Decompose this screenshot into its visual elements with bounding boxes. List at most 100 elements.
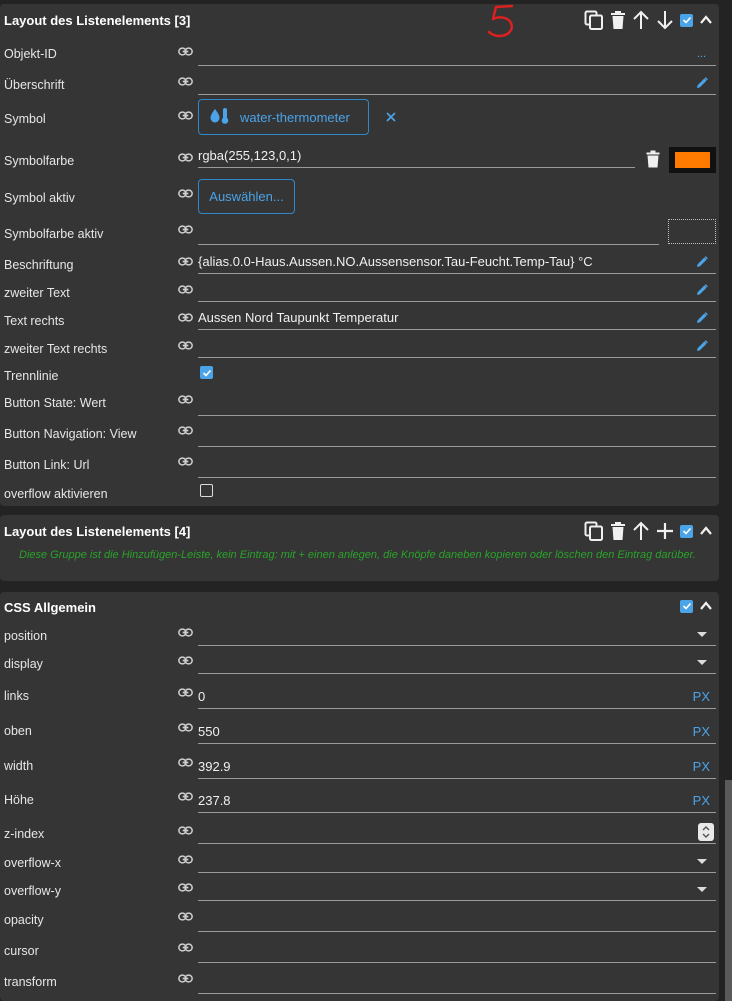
more-dots-button[interactable]: ... <box>697 48 706 60</box>
button-label: Auswählen... <box>209 189 284 204</box>
row-label: transform <box>4 975 57 989</box>
arrow-up-icon[interactable] <box>632 10 650 30</box>
position-select[interactable] <box>198 624 716 646</box>
link-icon[interactable] <box>178 656 193 665</box>
row-label: overflow aktivieren <box>4 487 108 501</box>
pencil-icon[interactable] <box>696 77 708 89</box>
row-label: links <box>4 689 30 703</box>
link-icon[interactable] <box>178 341 193 350</box>
row-label: Objekt-ID <box>4 47 57 61</box>
link-icon[interactable] <box>178 974 193 983</box>
ueberschrift-field[interactable] <box>198 73 716 95</box>
trash-icon[interactable] <box>610 10 626 30</box>
link-icon[interactable] <box>178 826 193 835</box>
link-icon[interactable] <box>178 111 193 120</box>
text-rechts-field[interactable]: Aussen Nord Taupunkt Temperatur <box>198 308 716 330</box>
row-transform: transform <box>0 967 719 995</box>
panel-enable-checkbox[interactable] <box>680 599 693 613</box>
add-bar-note: Diese Gruppe ist die Hinzufügen-Leiste, … <box>19 549 696 561</box>
overflow-checkbox[interactable] <box>200 484 213 497</box>
button-navigation-field[interactable] <box>198 425 716 447</box>
field-value: 0 <box>198 689 206 704</box>
link-icon[interactable] <box>178 313 193 322</box>
cursor-field[interactable] <box>198 941 716 963</box>
row-label: Überschrift <box>4 78 65 92</box>
link-icon[interactable] <box>178 628 193 637</box>
link-icon[interactable] <box>178 457 193 466</box>
row-ueberschrift: Überschrift <box>0 70 719 98</box>
link-icon[interactable] <box>178 912 193 921</box>
link-icon[interactable] <box>178 943 193 952</box>
link-icon[interactable] <box>178 688 193 697</box>
trash-icon[interactable] <box>646 150 660 171</box>
link-icon[interactable] <box>178 225 193 234</box>
chevron-down-icon[interactable] <box>697 887 707 892</box>
overflow-y-select[interactable] <box>198 879 716 901</box>
pencil-icon[interactable] <box>696 312 708 324</box>
row-label: Text rechts <box>4 314 65 328</box>
trennlinie-checkbox[interactable] <box>200 366 213 379</box>
opacity-field[interactable] <box>198 910 716 932</box>
link-icon[interactable] <box>178 758 193 767</box>
copy-icon[interactable] <box>584 10 604 30</box>
row-objekt-id: Objekt-ID ... <box>0 41 719 69</box>
chevron-down-icon[interactable] <box>697 632 707 637</box>
panel-header: Layout des Listenelements [3] <box>0 4 719 38</box>
link-icon[interactable] <box>178 723 193 732</box>
chevron-up-icon[interactable] <box>699 13 713 27</box>
link-icon[interactable] <box>178 395 193 404</box>
transform-field[interactable] <box>198 972 716 994</box>
zweiter-text-rechts-field[interactable] <box>198 336 716 358</box>
panel-toolbar <box>584 521 713 541</box>
arrow-down-icon[interactable] <box>656 10 674 30</box>
color-swatch[interactable] <box>669 147 716 173</box>
oben-field[interactable]: 550 PX <box>198 722 716 744</box>
unit-label: PX <box>692 724 710 739</box>
plus-icon[interactable] <box>656 521 674 541</box>
chevron-down-icon[interactable] <box>697 660 707 665</box>
row-symbol: Symbol water-thermometer <box>0 99 719 139</box>
symbolfarbe-field[interactable]: rgba(255,123,0,1) <box>198 146 635 168</box>
panel-enable-checkbox[interactable] <box>680 13 693 27</box>
objekt-id-field[interactable]: ... <box>198 44 716 66</box>
chevron-down-icon[interactable] <box>697 859 707 864</box>
link-icon[interactable] <box>178 792 193 801</box>
auswaehlen-button[interactable]: Auswählen... <box>198 179 295 214</box>
beschriftung-field[interactable]: {alias.0.0-Haus.Aussen.NO.Aussensensor.T… <box>198 252 716 274</box>
pencil-icon[interactable] <box>696 284 708 296</box>
z-index-field[interactable] <box>198 822 716 844</box>
zweiter-text-field[interactable] <box>198 280 716 302</box>
arrow-up-icon[interactable] <box>632 521 650 541</box>
link-icon[interactable] <box>178 426 193 435</box>
chevron-up-icon[interactable] <box>699 524 713 538</box>
link-icon[interactable] <box>178 77 193 86</box>
link-icon[interactable] <box>178 189 193 198</box>
width-field[interactable]: 392.9 PX <box>198 757 716 779</box>
symbolfarbe-aktiv-field[interactable] <box>198 223 659 245</box>
scrollbar[interactable] <box>725 780 732 1001</box>
color-swatch-empty[interactable] <box>668 219 716 244</box>
button-link-field[interactable] <box>198 456 716 478</box>
link-icon[interactable] <box>178 47 193 56</box>
link-icon[interactable] <box>178 855 193 864</box>
trash-icon[interactable] <box>610 521 626 541</box>
link-icon[interactable] <box>178 153 193 162</box>
pencil-icon[interactable] <box>696 340 708 352</box>
number-stepper[interactable] <box>698 823 714 841</box>
link-icon[interactable] <box>178 883 193 892</box>
row-oben: oben 550 PX <box>0 715 719 745</box>
panel-enable-checkbox[interactable] <box>680 524 693 538</box>
close-icon[interactable] <box>385 111 397 126</box>
copy-icon[interactable] <box>584 521 604 541</box>
link-icon[interactable] <box>178 257 193 266</box>
symbol-select-button[interactable]: water-thermometer <box>198 99 369 135</box>
overflow-x-select[interactable] <box>198 851 716 873</box>
chevron-up-icon[interactable] <box>699 599 713 613</box>
links-field[interactable]: 0 PX <box>198 687 716 709</box>
row-label: zweiter Text <box>4 286 70 300</box>
pencil-icon[interactable] <box>696 256 708 268</box>
link-icon[interactable] <box>178 285 193 294</box>
display-select[interactable] <box>198 652 716 674</box>
hoehe-field[interactable]: 237.8 PX <box>198 791 716 813</box>
button-state-field[interactable] <box>198 394 716 416</box>
